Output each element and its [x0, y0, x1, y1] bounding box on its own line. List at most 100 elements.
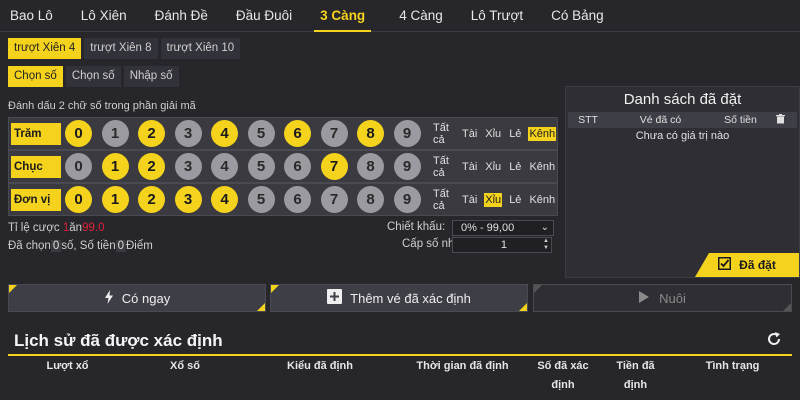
tab-3-cang[interactable]: 3 Càng	[314, 0, 372, 32]
row-label: Trăm	[11, 122, 61, 145]
digit-ball[interactable]: 9	[393, 120, 421, 147]
filter-le[interactable]: Lẻ	[508, 127, 522, 141]
tab-dau-duoi[interactable]: Đầu Đuôi	[236, 0, 292, 32]
history-col-time: Thời gian đã định	[416, 360, 509, 372]
history-col-numbers: Số đã xác định	[537, 360, 589, 391]
payout-value: 99.0	[82, 222, 105, 234]
digit-ball[interactable]: 7	[320, 186, 348, 213]
odds-label: Tỉ lệ cược	[8, 222, 60, 234]
picked-count: 0	[50, 240, 62, 252]
digit-ball[interactable]: 4	[211, 120, 238, 147]
filter-kenh[interactable]: Kênh	[528, 126, 557, 141]
col-stt: STT	[578, 114, 598, 126]
digit-ball[interactable]: 8	[357, 153, 384, 180]
digit-ball[interactable]: 8	[357, 120, 384, 147]
row-label: Đơn vị	[11, 188, 61, 211]
mode-tab-chon-so-quick[interactable]: Chọn số	[8, 66, 63, 87]
plus-square-icon	[327, 289, 343, 307]
tab-lo-truot[interactable]: Lô Trượt	[471, 0, 523, 32]
chevron-down-icon: ⌄	[540, 222, 549, 233]
digit-ball[interactable]: 9	[393, 153, 421, 180]
subtab-truot-xien-4[interactable]: trượt Xiên 4	[8, 38, 82, 59]
filter-kenh[interactable]: Kênh	[528, 193, 556, 207]
input-mode-tabs: Chọn số Chọn số Nhập số	[8, 66, 182, 87]
filter-kenh[interactable]: Kênh	[528, 160, 556, 174]
digit-ball[interactable]: 2	[138, 120, 165, 147]
stepper-arrows-icon[interactable]: ▲ ▼	[541, 238, 549, 252]
subtab-truot-xien-8[interactable]: trượt Xiên 8	[84, 38, 158, 59]
row-label: Chục	[11, 155, 61, 178]
history-divider	[8, 354, 792, 356]
tab-4-cang[interactable]: 4 Càng	[399, 0, 443, 32]
game-type-tabs: Bao Lô Lô Xiên Đánh Đề Đầu Đuôi 3 Càng 4…	[0, 0, 800, 32]
filter-le[interactable]: Lẻ	[508, 160, 522, 174]
picked-prefix: Đã chọn	[8, 240, 51, 252]
digit-row-units: Đơn vị 0 1 2 3 4 5 6 7 8 9 Tất cả Tài Xỉ…	[8, 183, 558, 216]
panel-title: Danh sách đã đặt	[623, 91, 742, 108]
mode-tab-chon-so[interactable]: Chọn số	[65, 66, 121, 87]
digit-ball[interactable]: 0	[65, 120, 92, 147]
history-col-status: Tình trạng	[705, 360, 760, 372]
filter-tai[interactable]: Tài	[461, 193, 478, 207]
trash-icon[interactable]	[768, 113, 793, 127]
play-icon	[639, 290, 650, 306]
filter-tai[interactable]: Tài	[461, 160, 478, 174]
history-col-lottery: Xổ số	[170, 360, 200, 372]
digit-ball[interactable]: 4	[211, 153, 238, 180]
digit-ball[interactable]: 3	[174, 120, 202, 147]
tab-bao-lo[interactable]: Bao Lô	[10, 0, 53, 32]
digit-ball[interactable]: 6	[284, 186, 311, 213]
discount-select[interactable]: 0% - 99,00 ⌄	[452, 220, 554, 236]
digit-ball[interactable]: 0	[65, 186, 92, 213]
history-col-amount: Tiền đã định	[616, 360, 655, 391]
multiplier-value: 1	[500, 239, 507, 251]
filter-le[interactable]: Lẻ	[508, 193, 522, 207]
quick-bet-button[interactable]: Có ngay	[8, 284, 266, 312]
quick-bet-label: Có ngay	[121, 290, 171, 306]
nurture-label: Nuôi	[659, 290, 686, 306]
refresh-icon[interactable]	[766, 331, 782, 352]
discount-value: 0% - 99,00	[461, 222, 515, 234]
filter-xiu[interactable]: Xỉu	[484, 160, 502, 174]
digit-ball[interactable]: 6	[284, 120, 311, 147]
tab-danh-de[interactable]: Đánh Đề	[155, 0, 208, 32]
placed-button[interactable]: Đã đặt	[695, 253, 799, 277]
digit-ball[interactable]: 4	[211, 186, 238, 213]
filter-xiu[interactable]: Xỉu	[484, 127, 502, 141]
digit-ball[interactable]: 3	[174, 153, 202, 180]
nurture-button[interactable]: Nuôi	[533, 284, 792, 312]
digit-ball[interactable]: 2	[138, 153, 165, 180]
digit-ball[interactable]: 8	[357, 186, 384, 213]
digit-ball[interactable]: 1	[101, 153, 129, 180]
select-all-button[interactable]: Tất cả	[433, 122, 455, 146]
digit-row-hundreds: Trăm 0 1 2 3 4 5 6 7 8 9 Tất cả Tài Xỉu …	[8, 117, 558, 150]
digit-ball[interactable]: 3	[174, 186, 202, 213]
history-col-type: Kiểu đã định	[287, 360, 353, 372]
select-all-button[interactable]: Tất cả	[433, 188, 455, 212]
add-ticket-label: Thêm vé đã xác định	[350, 290, 471, 306]
digit-ball[interactable]: 5	[247, 120, 275, 147]
placed-bets-panel: Danh sách đã đặt STT Vé đã có Số tiền Ch…	[565, 86, 800, 278]
filter-xiu[interactable]: Xỉu	[484, 192, 503, 207]
lightning-icon	[104, 289, 114, 307]
digit-ball[interactable]: 7	[320, 153, 348, 180]
select-all-button[interactable]: Tất cả	[433, 155, 455, 179]
digit-ball[interactable]: 5	[247, 186, 275, 213]
digit-ball[interactable]: 2	[138, 186, 165, 213]
subtab-truot-xien-10[interactable]: trượt Xiên 10	[160, 38, 241, 59]
mode-tab-nhap-so[interactable]: Nhập số	[123, 66, 179, 87]
digit-ball[interactable]: 0	[65, 153, 92, 180]
digit-ball[interactable]: 1	[101, 120, 129, 147]
digit-ball[interactable]: 7	[320, 120, 348, 147]
filter-tai[interactable]: Tài	[461, 127, 478, 141]
panel-table-header: STT Vé đã có Số tiền	[568, 112, 797, 128]
multiplier-stepper[interactable]: 1 ▲ ▼	[452, 237, 552, 253]
tab-lo-xien[interactable]: Lô Xiên	[81, 0, 127, 32]
digit-row-tens: Chục 0 1 2 3 4 5 6 7 8 9 Tất cả Tài Xỉu …	[8, 150, 558, 183]
tab-co-bang[interactable]: Có Bảng	[551, 0, 604, 32]
digit-ball[interactable]: 5	[247, 153, 275, 180]
add-ticket-button[interactable]: Thêm vé đã xác định	[270, 284, 528, 312]
digit-ball[interactable]: 9	[393, 186, 421, 213]
digit-ball[interactable]: 6	[284, 153, 311, 180]
digit-ball[interactable]: 1	[101, 186, 129, 213]
